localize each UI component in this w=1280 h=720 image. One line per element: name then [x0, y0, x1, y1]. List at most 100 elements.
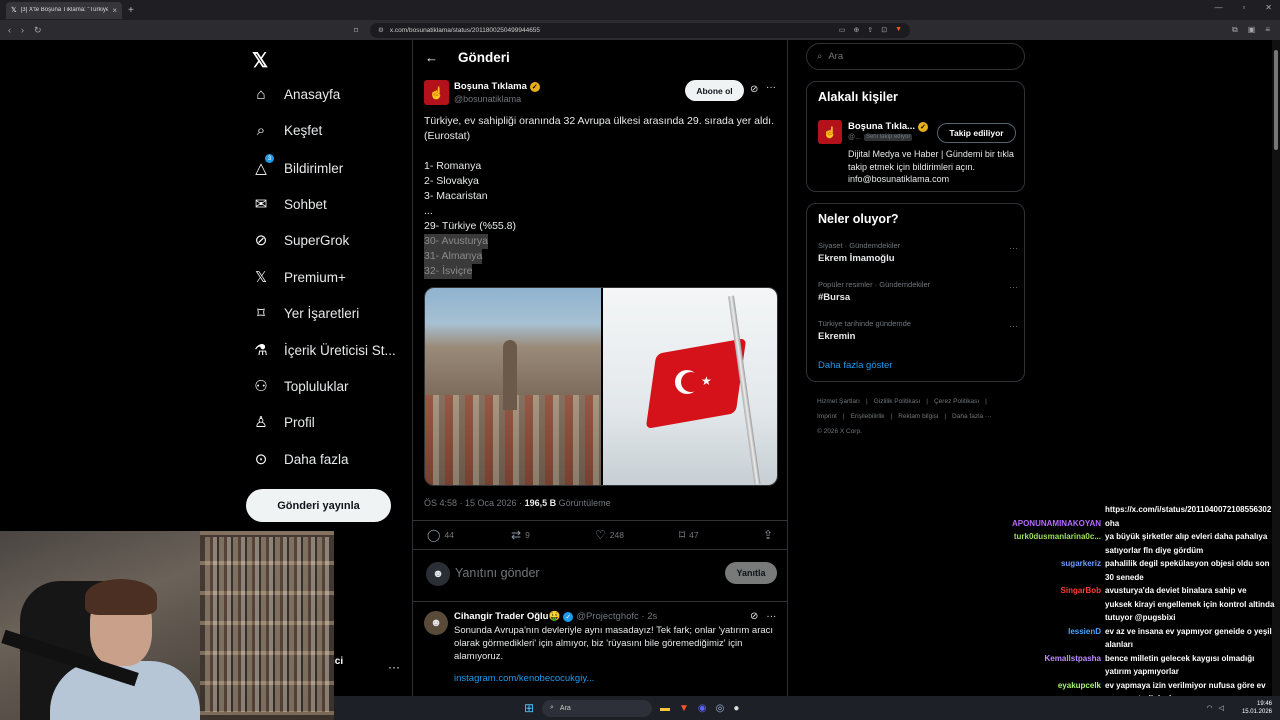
system-tray: ◠ ◁	[1207, 704, 1225, 712]
related-name[interactable]: Boşuna Tıkla... ✓	[848, 121, 929, 132]
following-button[interactable]: Takip ediliyor	[937, 123, 1016, 143]
forward-icon[interactable]: ›	[21, 25, 24, 36]
x-home-logo[interactable]: 𝕏	[252, 48, 268, 73]
more-icon[interactable]: ···	[1009, 321, 1018, 331]
tweet-media[interactable]: ★	[424, 287, 778, 486]
trend-item[interactable]: Siyaset · Gündemdekiler Ekrem İmamoğlu ·…	[818, 241, 1018, 264]
browser-tab[interactable]: 𝕏 [3] X'te Boşuna Tıklama: "Türkiye... ×	[6, 1, 122, 19]
nav-item-chat[interactable]: ✉ Sohbet	[252, 195, 327, 213]
footer-link[interactable]: Gizlilik Politikası	[874, 398, 921, 405]
footer-link[interactable]: Hizmet Şartları	[817, 398, 860, 405]
reply-handle[interactable]: @Projectghofc · 2s	[576, 611, 657, 622]
city-photo[interactable]	[425, 288, 601, 485]
repost-action[interactable]: ⇄ 9	[511, 528, 530, 542]
own-avatar[interactable]: ☻	[426, 562, 450, 586]
extensions-icon[interactable]: ⧉	[1232, 25, 1238, 35]
steam-icon[interactable]: ◎	[716, 703, 725, 714]
nav-item-more[interactable]: ⊙ Daha fazla	[252, 450, 349, 468]
new-tab-button[interactable]: +	[128, 5, 134, 16]
file-explorer-icon[interactable]: ▬	[660, 703, 670, 714]
wallet-icon[interactable]: ▣	[1248, 25, 1256, 35]
reply-author-name[interactable]: Cihangir Trader Oğlu🤑	[454, 611, 560, 622]
site-info-icon[interactable]: ⚙	[378, 26, 384, 34]
nav-label: Anasayfa	[284, 87, 341, 102]
grok-icon[interactable]: ⊘	[750, 84, 758, 95]
repost-count: 9	[525, 530, 530, 540]
brave-icon[interactable]: ▼	[679, 703, 689, 714]
related-title: Alakalı kişiler	[818, 90, 898, 104]
footer-link[interactable]: Daha fazla ···	[952, 413, 991, 420]
cast-icon[interactable]: ▭	[839, 26, 846, 34]
volume-icon[interactable]: ◁	[1219, 704, 1224, 712]
reply-icons: ⊘ ···	[750, 611, 776, 622]
chat-text: oha	[1105, 518, 1120, 528]
author-avatar[interactable]: ☝	[424, 80, 449, 105]
nav-label: Profil	[284, 414, 315, 430]
menu-icon[interactable]: ≡	[1265, 25, 1270, 35]
trend-item[interactable]: Türkiye tarihinde gündemde Ekremin ···	[818, 319, 1018, 342]
x-icon: 𝕏	[254, 269, 268, 286]
bookmark-page-icon[interactable]: ⌑	[354, 26, 358, 35]
footer-sep: |	[985, 398, 987, 405]
grok-icon[interactable]: ⊘	[750, 611, 758, 622]
brave-shield-icon[interactable]: ▼	[895, 26, 902, 34]
footer-link[interactable]: Çerez Politikası	[934, 398, 979, 405]
footer-link[interactable]: Imprint	[817, 413, 837, 420]
nav-item-supergrok[interactable]: ⊘ SuperGrok	[252, 231, 350, 249]
back-icon[interactable]: ‹	[8, 25, 11, 36]
reply-input[interactable]: Yanıtını gönder	[455, 566, 540, 580]
related-avatar[interactable]: ☝	[818, 120, 842, 144]
scroll-thumb[interactable]	[1274, 50, 1278, 150]
more-icon[interactable]: ···	[766, 611, 776, 622]
obs-icon[interactable]: ●	[733, 703, 739, 714]
reply-action[interactable]: ◯ 44	[427, 528, 454, 542]
back-arrow-icon[interactable]: ←	[425, 50, 438, 65]
related-handle: @... Seni takip ediyor	[848, 134, 913, 141]
more-icon[interactable]: ···	[766, 82, 776, 93]
minimize-icon[interactable]: —	[1214, 3, 1222, 12]
nav-item-profile[interactable]: ♙ Profil	[252, 413, 315, 431]
share-action[interactable]: ⇪	[763, 528, 773, 542]
search-input[interactable]: ⌕ Ara	[806, 43, 1025, 70]
post-header: ← Gönderi	[413, 40, 787, 74]
author-handle[interactable]: @bosunatiklama	[454, 94, 521, 104]
nav-item-notifications[interactable]: △ 3 Bildirimler	[252, 154, 343, 177]
footer-link[interactable]: Reklam bilgisi	[898, 413, 938, 420]
zoom-icon[interactable]: ⊕	[853, 26, 859, 34]
url-field[interactable]: ⚙ x.com/bosunatiklama/status/20118002504…	[370, 22, 910, 38]
account-more-icon[interactable]: ···	[388, 660, 400, 674]
nav-item-premium[interactable]: 𝕏 Premium+	[252, 268, 346, 286]
nav-item-communities[interactable]: ⚇ Topluluklar	[252, 377, 348, 395]
reply-button[interactable]: Yanıtla	[725, 562, 777, 584]
taskbar-clock[interactable]: 19:46 15.01.2026	[1242, 700, 1272, 716]
show-more-link[interactable]: Daha fazla göster	[818, 360, 892, 371]
post-button[interactable]: Gönderi yayınla	[246, 489, 391, 522]
windows-start-icon[interactable]: ⊞	[524, 701, 534, 715]
screenshot-icon[interactable]: ⊡	[881, 26, 887, 34]
discord-icon[interactable]: ◉	[698, 703, 707, 714]
wifi-icon[interactable]: ◠	[1207, 704, 1213, 712]
nav-item-creator-studio[interactable]: ⚗ İçerik Üreticisi St...	[252, 341, 396, 359]
subscribe-button[interactable]: Abone ol	[685, 80, 744, 101]
nav-item-explore[interactable]: ⌕ Keşfet	[252, 122, 322, 139]
close-icon[interactable]: ×	[112, 6, 117, 15]
flag-photo[interactable]: ★	[603, 288, 777, 485]
nav-item-bookmarks[interactable]: ⌑ Yer İşaretleri	[252, 304, 359, 322]
like-action[interactable]: ♡ 248	[595, 528, 624, 542]
taskbar-search[interactable]: ⌕ Ara	[542, 699, 652, 717]
bookmark-action[interactable]: ⌑ 47	[679, 528, 699, 542]
more-icon[interactable]: ···	[1009, 282, 1018, 292]
reload-icon[interactable]: ↻	[34, 25, 42, 36]
maximize-icon[interactable]: ▫	[1242, 3, 1245, 12]
footer-link[interactable]: Erişilebilirlik	[851, 413, 885, 420]
more-icon[interactable]: ···	[1009, 243, 1018, 253]
reply-avatar[interactable]: ☻	[424, 611, 448, 635]
tweet-time[interactable]: ÖS 4:58 · 15 Oca 2026 ·	[424, 498, 525, 508]
url-text: x.com/bosunatiklama/status/2011800250499…	[389, 26, 541, 34]
author-name[interactable]: Boşuna Tıklama ✓	[454, 81, 540, 92]
window-close-icon[interactable]: ✕	[1265, 3, 1272, 12]
share-icon[interactable]: ⇪	[867, 26, 873, 34]
nav-item-home[interactable]: ⌂ Anasayfa	[252, 86, 340, 103]
reply-link[interactable]: instagram.com/kenobecocukgiy...	[454, 673, 594, 684]
trend-item[interactable]: Popüler resimler · Gündemdekiler #Bursa …	[818, 280, 1018, 303]
